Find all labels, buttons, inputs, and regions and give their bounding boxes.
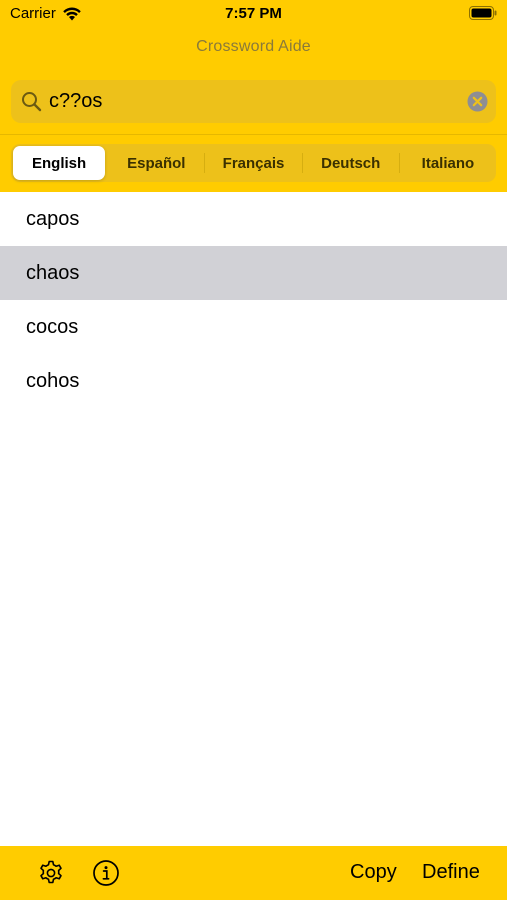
app-title: Crossword Aide [196,38,311,55]
copy-button[interactable]: Copy [350,861,397,884]
gear-icon[interactable] [37,859,65,887]
results-list: capos chaos cocos cohos [0,192,507,408]
status-bar: Carrier 7:57 PM [0,0,507,28]
info-icon[interactable] [92,859,120,887]
search-input[interactable] [49,86,449,117]
segment-divider [398,153,400,173]
segment-english[interactable]: English [13,146,106,180]
segment-espanol[interactable]: Español [110,146,202,180]
segment-divider [301,153,303,173]
header-divider [0,134,507,135]
segment-deutsch[interactable]: Deutsch [305,146,397,180]
language-segmented-control: English Español Français Deutsch Italian… [11,144,496,182]
segment-italiano[interactable]: Italiano [402,146,494,180]
search-field[interactable] [11,80,496,123]
result-row[interactable]: capos [0,192,507,246]
app-screen: Carrier 7:57 PM Crossword Aide c??os Eng… [0,0,507,900]
clear-search-icon[interactable] [467,91,488,112]
battery-icon [469,6,497,20]
result-row[interactable]: cohos [0,354,507,408]
bottom-toolbar: Copy Define [0,846,507,900]
result-row-selected[interactable]: chaos [0,246,507,300]
define-button[interactable]: Define [422,861,480,884]
segment-francais[interactable]: Français [207,146,299,180]
segment-divider [204,153,206,173]
search-icon [22,92,42,112]
header-bar: Carrier 7:57 PM Crossword Aide c??os Eng… [0,0,507,192]
status-time: 7:57 PM [225,5,282,22]
result-row[interactable]: cocos [0,300,507,354]
